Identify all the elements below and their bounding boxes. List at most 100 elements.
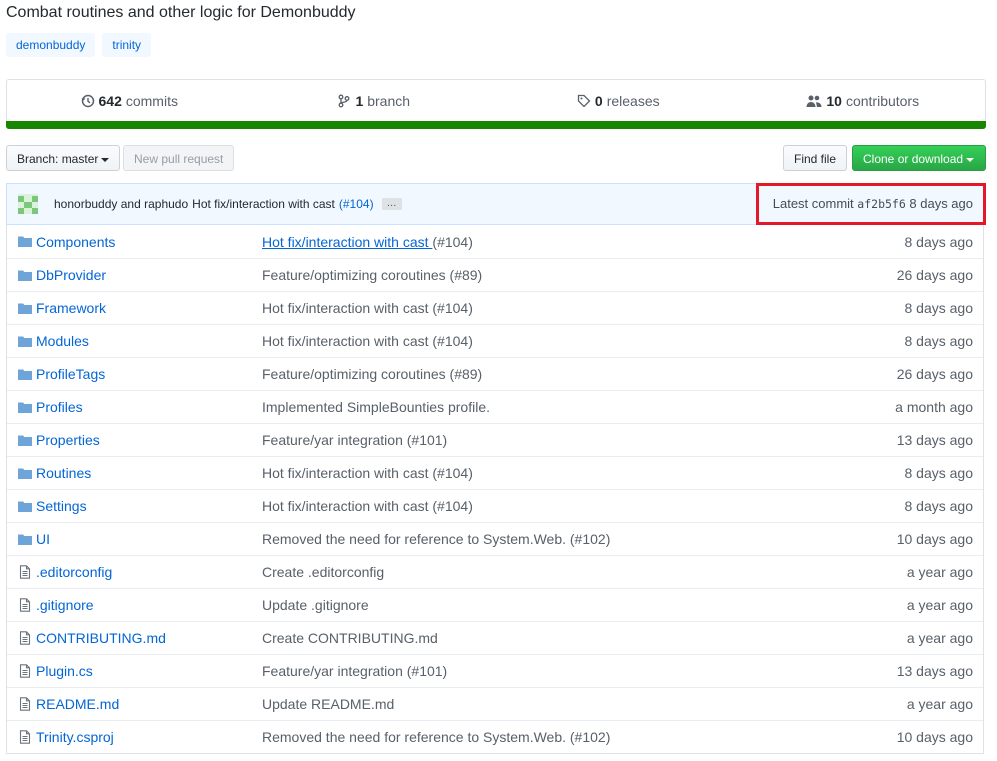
commit-author-link[interactable]: honorbuddy: [54, 197, 117, 211]
file-name-link[interactable]: Trinity.csproj: [36, 729, 114, 745]
table-row: DbProvider Feature/optimizing coroutines …: [7, 258, 983, 291]
file-commit-message[interactable]: Removed the need for reference to System…: [262, 729, 610, 745]
clone-download-label: Clone or download: [863, 152, 964, 166]
folder-icon: [18, 336, 32, 347]
file-age: 13 days ago: [896, 663, 973, 679]
clone-download-button[interactable]: Clone or download: [852, 145, 986, 171]
file-name-link[interactable]: Components: [36, 234, 115, 250]
repo-stats-bar: 642 commits 1 branch 0 releases 10 contr…: [6, 79, 986, 122]
file-commit-message[interactable]: Update README.md: [262, 696, 394, 712]
language-bar[interactable]: [6, 121, 986, 129]
commits-link[interactable]: 642 commits: [7, 80, 252, 122]
commit-authors: honorbuddy and raphudo: [54, 197, 188, 211]
file-age: 10 days ago: [896, 531, 973, 547]
branches-label: branch: [367, 93, 411, 109]
branch-select-label: Branch: master: [17, 152, 99, 166]
file-age: 13 days ago: [896, 432, 973, 448]
table-row: Profiles Implemented SimpleBounties profi…: [7, 390, 983, 423]
file-icon: [19, 598, 31, 612]
commit-pr-link[interactable]: (#104): [339, 197, 374, 211]
commit-message[interactable]: Hot fix/interaction with cast: [192, 197, 335, 211]
contributors-label: contributors: [845, 93, 920, 109]
file-age: a month ago: [895, 399, 973, 415]
file-age: 8 days ago: [904, 333, 974, 349]
table-row: Trinity.csproj Removed the need for refer…: [7, 720, 983, 753]
file-commit-message[interactable]: Feature/optimizing coroutines (#89): [262, 267, 482, 283]
file-name-link[interactable]: Plugin.cs: [36, 663, 93, 679]
file-age: 8 days ago: [904, 233, 974, 250]
file-commit-message[interactable]: Feature/optimizing coroutines (#89): [262, 366, 482, 382]
commit-pr-text: (#104): [432, 233, 473, 250]
file-name-link[interactable]: Properties: [36, 432, 100, 448]
table-row: Framework Hot fix/interaction with cast (…: [7, 291, 983, 324]
file-age: 8 days ago: [904, 498, 974, 514]
folder-icon: [18, 534, 32, 545]
file-name-link[interactable]: .gitignore: [36, 597, 94, 613]
commit-author-link[interactable]: raphudo: [144, 197, 188, 211]
table-row: Properties Feature/yar integration (#101)…: [7, 423, 983, 456]
file-commit-message[interactable]: Feature/yar integration (#101): [262, 432, 447, 448]
file-icon: [19, 730, 31, 744]
table-row: CONTRIBUTING.md Create CONTRIBUTING.md a y…: [7, 621, 983, 654]
file-commit-message[interactable]: Create CONTRIBUTING.md: [262, 630, 438, 646]
file-name-link[interactable]: CONTRIBUTING.md: [36, 630, 166, 646]
file-age: 26 days ago: [896, 366, 973, 382]
file-icon: [19, 664, 31, 678]
commit-message-link[interactable]: Hot fix/interaction with cast: [262, 234, 432, 250]
file-name-link[interactable]: DbProvider: [36, 267, 106, 283]
file-commit-message[interactable]: Hot fix/interaction with cast (#104): [262, 498, 473, 514]
file-icon: [19, 697, 31, 711]
file-name-link[interactable]: ProfileTags: [36, 366, 105, 382]
table-row: .editorconfig Create .editorconfig a year …: [7, 555, 983, 588]
caret-down-icon: [101, 157, 110, 162]
file-commit-message[interactable]: Hot fix/interaction with cast (#104): [262, 465, 473, 481]
caret-down-icon: [966, 157, 975, 162]
branch-icon: [338, 94, 350, 108]
history-icon: [81, 94, 94, 108]
file-name-link[interactable]: README.md: [36, 696, 119, 712]
file-name-link[interactable]: UI: [36, 531, 50, 547]
folder-icon: [18, 501, 32, 512]
topic-tag[interactable]: demonbuddy: [6, 33, 96, 57]
file-name-link[interactable]: .editorconfig: [36, 564, 112, 580]
branches-link[interactable]: 1 branch: [252, 80, 497, 122]
find-file-button[interactable]: Find file: [783, 145, 848, 171]
file-age: 8 days ago: [904, 465, 974, 481]
file-list: Components Hot fix/interaction with cast …: [6, 225, 984, 754]
people-icon: [806, 95, 822, 107]
file-name-link[interactable]: Framework: [36, 300, 106, 316]
tag-icon: [577, 94, 591, 108]
folder-icon: [18, 369, 32, 380]
file-commit-message[interactable]: Create .editorconfig: [262, 564, 384, 580]
file-icon: [19, 631, 31, 645]
releases-link[interactable]: 0 releases: [496, 80, 741, 122]
new-pull-request-button[interactable]: New pull request: [123, 145, 235, 171]
file-age: 8 days ago: [904, 300, 974, 316]
highlight-box: [756, 183, 986, 225]
file-name-link[interactable]: Profiles: [36, 399, 83, 415]
folder-icon: [18, 270, 32, 281]
file-commit-message: Hot fix/interaction with cast (#104): [262, 234, 473, 250]
contributors-link[interactable]: 10 contributors: [741, 80, 986, 122]
table-row: ProfileTags Feature/optimizing coroutines…: [7, 357, 983, 390]
file-commit-message[interactable]: Update .gitignore: [262, 597, 369, 613]
file-age: a year ago: [906, 597, 973, 613]
file-commit-message[interactable]: Implemented SimpleBounties profile.: [262, 399, 490, 415]
file-name-link[interactable]: Modules: [36, 333, 89, 349]
expand-commit-button[interactable]: …: [381, 198, 402, 210]
folder-icon: [18, 236, 32, 247]
file-commit-message[interactable]: Hot fix/interaction with cast (#104): [262, 300, 473, 316]
repo-description: Combat routines and other logic for Demo…: [6, 4, 356, 21]
file-commit-message[interactable]: Feature/yar integration (#101): [262, 663, 447, 679]
topic-list: demonbuddy trinity: [6, 33, 152, 57]
file-name-link[interactable]: Routines: [36, 465, 91, 481]
topic-tag[interactable]: trinity: [102, 33, 152, 57]
file-commit-message[interactable]: Hot fix/interaction with cast (#104): [262, 333, 473, 349]
avatar[interactable]: [18, 194, 38, 214]
branch-select-button[interactable]: Branch: master: [6, 145, 121, 171]
branches-count: 1: [355, 93, 364, 109]
file-icon: [19, 565, 31, 579]
releases-label: releases: [606, 93, 660, 109]
file-name-link[interactable]: Settings: [36, 498, 87, 514]
file-commit-message[interactable]: Removed the need for reference to System…: [262, 531, 610, 547]
